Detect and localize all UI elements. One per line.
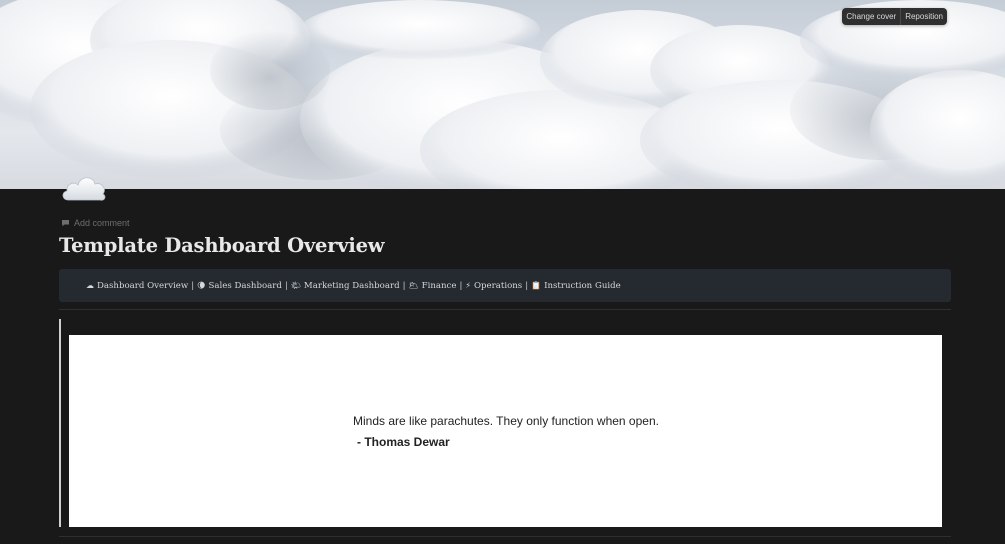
clipboard-icon: 📋	[531, 281, 542, 290]
nav-link-label: Sales Dashboard	[208, 280, 282, 291]
nav-separator: |	[402, 280, 406, 291]
lightning-icon: ⚡	[465, 281, 471, 290]
nav-separator: |	[459, 280, 463, 291]
nav-link-marketing-dashboard[interactable]: 🌤 Marketing Dashboard	[291, 281, 400, 291]
nav-separator: |	[191, 280, 195, 291]
clouds-cover-image	[0, 0, 1005, 189]
quote-author: - Thomas Dewar	[357, 435, 450, 449]
navigation-callout: ☁ Dashboard Overview | 🌘 Sales Dashboard…	[59, 269, 951, 302]
nav-separator: |	[284, 280, 288, 291]
nav-link-dashboard-overview[interactable]: ☁ Dashboard Overview	[86, 281, 188, 291]
nav-link-label: Finance	[421, 280, 457, 291]
cloudy-icon: 🌥	[408, 281, 419, 290]
nav-link-operations[interactable]: ⚡ Operations	[465, 281, 522, 291]
page-cover: Change cover Reposition	[0, 0, 1005, 189]
nav-link-label: Marketing Dashboard	[303, 280, 400, 291]
add-comment-button[interactable]: Add comment	[61, 218, 130, 228]
nav-separator: |	[525, 280, 529, 291]
nav-link-label: Operations	[474, 280, 523, 291]
nav-link-label: Instruction Guide	[544, 280, 621, 291]
page-title[interactable]: Template Dashboard Overview	[59, 234, 385, 257]
change-cover-button[interactable]: Change cover	[842, 8, 900, 25]
sun-cloud-icon: 🌤	[290, 281, 301, 290]
nav-link-finance[interactable]: 🌥 Finance	[409, 281, 457, 291]
cloud-icon: ☁	[86, 281, 94, 290]
comment-icon	[61, 219, 70, 227]
divider	[59, 536, 951, 537]
nav-link-label: Dashboard Overview	[97, 280, 189, 291]
cloud-icon[interactable]	[60, 170, 108, 204]
quote-bar	[59, 319, 61, 527]
quote-text: Minds are like parachutes. They only fun…	[353, 414, 659, 428]
moon-icon: 🌘	[197, 281, 206, 290]
reposition-button[interactable]: Reposition	[900, 8, 947, 25]
nav-link-instruction-guide[interactable]: 📋 Instruction Guide	[531, 281, 621, 291]
divider	[59, 309, 951, 310]
nav-link-sales-dashboard[interactable]: 🌘 Sales Dashboard	[197, 281, 282, 291]
quote-embed[interactable]: Minds are like parachutes. They only fun…	[69, 335, 942, 527]
add-comment-label: Add comment	[74, 218, 130, 228]
cover-controls: Change cover Reposition	[842, 8, 947, 25]
